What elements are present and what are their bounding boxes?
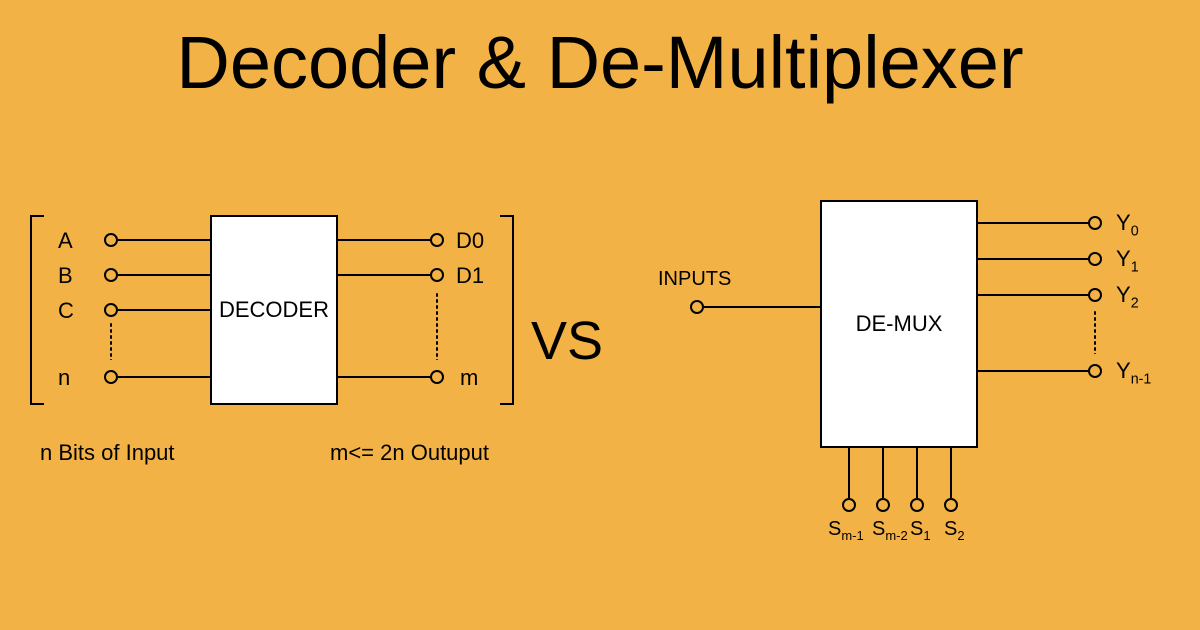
page-title: Decoder & De-Multiplexer [0,20,1200,105]
decoder-output-wire [338,239,430,241]
demux-input-label: INPUTS [658,268,731,291]
demux-select-wire [950,448,952,498]
demux-select-wire [882,448,884,498]
decoder-input-label: C [58,298,74,324]
decoder-output-port [430,370,444,384]
demux-output-port [1088,216,1102,230]
demux-output-wire [978,370,1088,372]
decoder-input-label: n [58,365,70,391]
decoder-input-wire [118,309,210,311]
demux-select-port [910,498,924,512]
demux-input-wire [704,306,820,308]
demux-select-wire [848,448,850,498]
demux-select-label: Sm-2 [872,518,908,543]
decoder-input-wire [118,239,210,241]
decoder-output-wire [338,274,430,276]
demux-output-label: Y0 [1116,210,1139,239]
decoder-input-port [104,268,118,282]
demux-box: DE-MUX [820,200,978,448]
demux-select-port [842,498,856,512]
decoder-input-wire [118,274,210,276]
decoder-output-wire [338,376,430,378]
demux-box-label: DE-MUX [856,311,943,337]
decoder-output-port [430,268,444,282]
demux-select-port [876,498,890,512]
demux-output-wire [978,294,1088,296]
demux-select-port [944,498,958,512]
decoder-input-port [104,233,118,247]
decoder-input-label: B [58,263,73,289]
decoder-output-label: D0 [456,228,484,254]
demux-input-port [690,300,704,314]
demux-output-label: Y2 [1116,282,1139,311]
demux-output-label: Yn-1 [1116,358,1151,387]
demux-output-port [1088,288,1102,302]
demux-output-wire [978,222,1088,224]
demux-select-wire [916,448,918,498]
decoder-input-wire [118,376,210,378]
decoder-output-label: m [460,365,478,391]
vs-label: VS [531,310,603,372]
decoder-input-port [104,303,118,317]
demux-output-dots [1094,310,1096,354]
decoder-box-label: DECODER [219,297,329,323]
decoder-output-caption: m<= 2n Outuput [330,440,489,466]
demux-output-port [1088,252,1102,266]
decoder-input-bracket [30,215,44,405]
decoder-input-caption: n Bits of Input [40,440,175,466]
demux-select-label: S2 [944,518,965,543]
decoder-box: DECODER [210,215,338,405]
demux-select-label: Sm-1 [828,518,864,543]
decoder-input-label: A [58,228,73,254]
demux-output-port [1088,364,1102,378]
decoder-input-dots [110,322,112,360]
demux-select-label: S1 [910,518,931,543]
demux-output-wire [978,258,1088,260]
decoder-output-dots [436,292,438,360]
decoder-input-port [104,370,118,384]
decoder-output-bracket [500,215,514,405]
decoder-output-label: D1 [456,263,484,289]
decoder-output-port [430,233,444,247]
demux-output-label: Y1 [1116,246,1139,275]
